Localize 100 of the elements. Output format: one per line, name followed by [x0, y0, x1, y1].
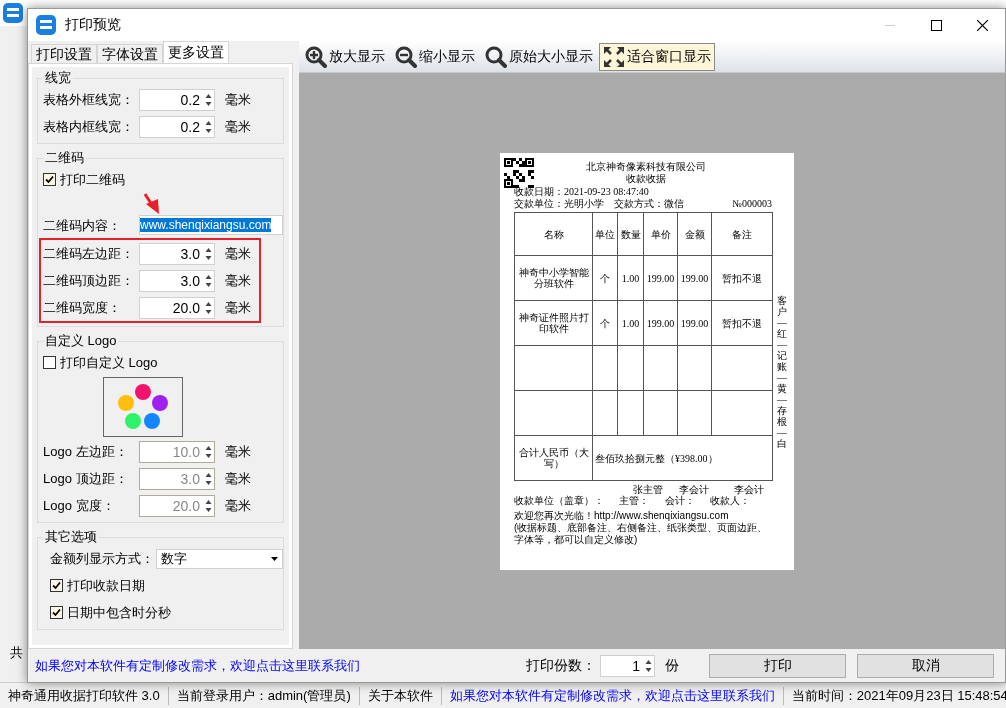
checkbox[interactable] [43, 173, 56, 186]
unit-label: 毫米 [225, 244, 251, 263]
status-text: 当前登录用户：admin(管理员) [168, 686, 360, 705]
contact-link[interactable]: 如果您对本软件有定制修改需求，欢迎点击这里联系我们 [35, 656, 360, 675]
close-icon [976, 19, 988, 31]
group-title: 自定义 Logo [44, 333, 118, 349]
tab[interactable]: 打印设置 [31, 44, 97, 63]
print-button[interactable]: 打印 [709, 653, 846, 678]
unit-label: 毫米 [225, 442, 251, 461]
column-header: 金额 [677, 212, 712, 256]
status-text: 神奇通用收据打印软件 3.0 [0, 686, 169, 705]
checkbox-label[interactable]: 日期中包含时分秒 [67, 603, 171, 622]
checkbox-label[interactable]: 打印自定义 Logo [60, 353, 158, 372]
unit-label: 毫米 [225, 90, 251, 109]
contact-link[interactable]: 如果您对本软件有定制修改需求，欢迎点击这里联系我们 [441, 686, 784, 705]
signature-label: 收款单位（盖章）： [514, 495, 604, 506]
spin-arrows-icon [205, 444, 212, 459]
app-icon [35, 14, 57, 36]
table-cell: 个 [592, 255, 618, 301]
field-label: 表格内框线宽： [43, 117, 135, 136]
spin-field[interactable]: 3.0 [139, 269, 215, 292]
field-label: Logo 左边距： [43, 442, 129, 461]
column-header: 数量 [617, 212, 644, 256]
table-cell: 199.00 [643, 255, 678, 301]
checkbox[interactable] [50, 606, 63, 619]
signature-label: 收款人： [710, 495, 750, 506]
signature-name: 李会计 [734, 484, 764, 495]
spin-arrows-icon [205, 246, 212, 261]
checkbox-label[interactable]: 打印收款日期 [67, 576, 145, 595]
spin-arrows-icon [205, 471, 212, 486]
table-cell: 神奇中小学智能分班软件 [514, 255, 593, 301]
spin-arrows-icon [205, 92, 212, 107]
copies-unit: 份 [665, 656, 679, 675]
signature-name: 张主管 [633, 484, 664, 495]
document-subtitle: 收款收据 [626, 173, 666, 185]
copies-label: 打印份数： [526, 656, 596, 675]
column-header: 单价 [643, 212, 678, 256]
field-label: 金额列显示方式： [50, 549, 155, 568]
side-note: 客户—红—记账—黄—存根—白 [777, 294, 787, 449]
unit-label: 毫米 [225, 496, 251, 515]
checkbox[interactable] [50, 579, 63, 592]
cancel-button[interactable]: 取消 [857, 653, 994, 678]
signature-label: 会计： [664, 495, 695, 506]
signature-name: 李会计 [678, 484, 709, 495]
tab[interactable]: 字体设置 [97, 44, 163, 63]
zoom-in-icon [305, 45, 327, 68]
group-title: 线宽 [44, 70, 72, 86]
text-field[interactable]: www.shenqixiangsu.com [139, 215, 283, 235]
table-cell: 1.00 [617, 255, 644, 301]
spin-field[interactable]: 20.0 [139, 296, 215, 319]
unit-label: 毫米 [225, 469, 251, 488]
spin-field[interactable]: 3.0 [139, 242, 215, 265]
footer-note: 欢迎您再次光临！http://www.shenqixiangsu.com [514, 510, 730, 522]
table-cell: 合计人民币（大写） [514, 435, 593, 481]
checkbox[interactable] [43, 356, 56, 369]
spin-field[interactable]: 0.2 [139, 88, 215, 111]
zoom-out-button[interactable]: 缩小显示 [391, 42, 479, 71]
zoom-in-button[interactable]: 放大显示 [301, 42, 389, 71]
unit-label: 毫米 [225, 298, 251, 317]
table-cell: 199.00 [643, 300, 678, 346]
table-cell: 199.00 [677, 300, 712, 346]
unit-label: 毫米 [225, 117, 251, 136]
window-title: 打印预览 [65, 16, 121, 34]
field-label: 二维码左边距： [43, 244, 135, 263]
table-cell: 1.00 [617, 300, 644, 346]
field-label: Logo 顶边距： [43, 469, 129, 488]
dropdown[interactable]: 数字 [156, 548, 283, 569]
expand-icon [603, 45, 625, 68]
caret-icon [271, 556, 278, 561]
field-label: 表格外框线宽： [43, 90, 135, 109]
checkbox-label[interactable]: 打印二维码 [60, 170, 125, 189]
field-label: 二维码宽度： [43, 298, 122, 317]
copies-field[interactable]: 1 [600, 654, 655, 677]
spin-arrows-icon [645, 658, 652, 673]
table-cell: 神奇证件照片打印软件 [514, 300, 593, 346]
spin-arrows-icon [205, 300, 212, 315]
tab[interactable]: 更多设置 [163, 41, 229, 63]
search-icon [485, 45, 507, 68]
actual-size-button[interactable]: 原始大小显示 [481, 42, 597, 71]
spin-arrows-icon [205, 498, 212, 513]
table-cell: 暂扣不退 [711, 300, 773, 346]
table-cell: 叁佰玖拾捌元整（¥398.00） [592, 435, 773, 481]
document-meta: 交款单位：光明小学 交款方式：微信 [514, 198, 684, 210]
zoom-out-icon [395, 45, 417, 68]
qr-code-icon [504, 158, 534, 188]
field-label: 二维码顶边距： [43, 271, 135, 290]
group-title: 其它选项 [44, 529, 98, 545]
fit-window-button[interactable]: 适合窗口显示 [599, 42, 715, 71]
spin-field[interactable]: 0.2 [139, 115, 215, 138]
spin-arrows-icon [205, 273, 212, 288]
footer-note: (收据标题、底部备注、右侧备注、纸张类型、页面边距、字体等，都可以自定义修改) [514, 522, 769, 546]
maximize-icon [930, 19, 942, 31]
table-cell: 199.00 [677, 255, 712, 301]
document-meta: 收款日期：2021-09-23 08:47:40 [514, 186, 649, 198]
table-cell: 暂扣不退 [711, 255, 773, 301]
field-label: 二维码内容： [43, 217, 122, 235]
unit-label: 毫米 [225, 271, 251, 290]
column-header: 单位 [592, 212, 618, 256]
group-title: 二维码 [44, 150, 85, 166]
side-label: 共 [10, 644, 24, 662]
